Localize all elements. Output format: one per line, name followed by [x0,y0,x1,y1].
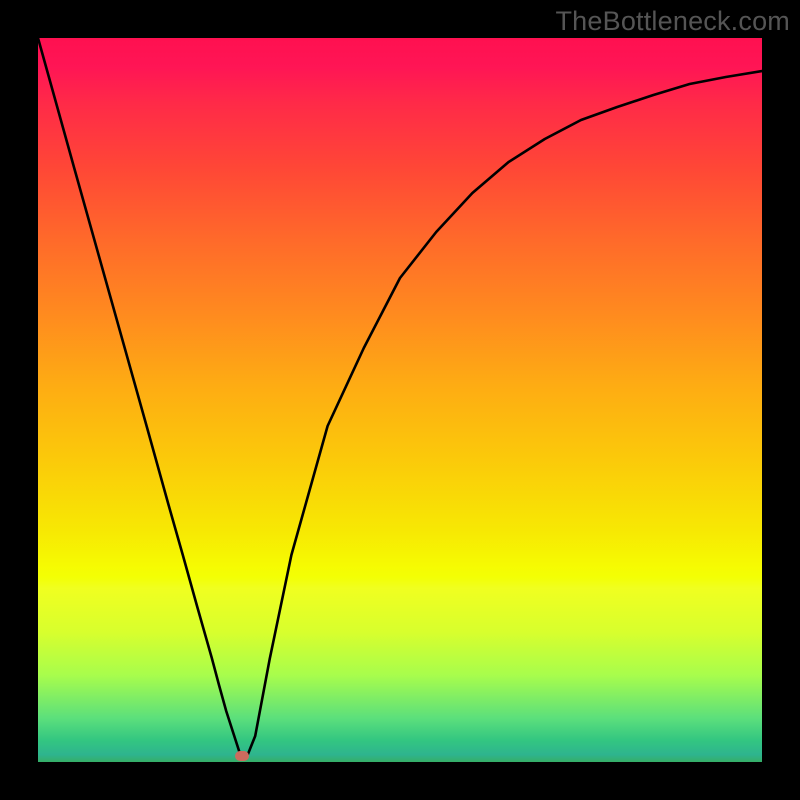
curve-path [38,38,762,756]
minimum-marker [235,751,249,761]
plot-area [38,38,762,762]
bottleneck-curve [38,38,762,762]
chart-frame: TheBottleneck.com [0,0,800,800]
watermark-text: TheBottleneck.com [555,6,790,37]
